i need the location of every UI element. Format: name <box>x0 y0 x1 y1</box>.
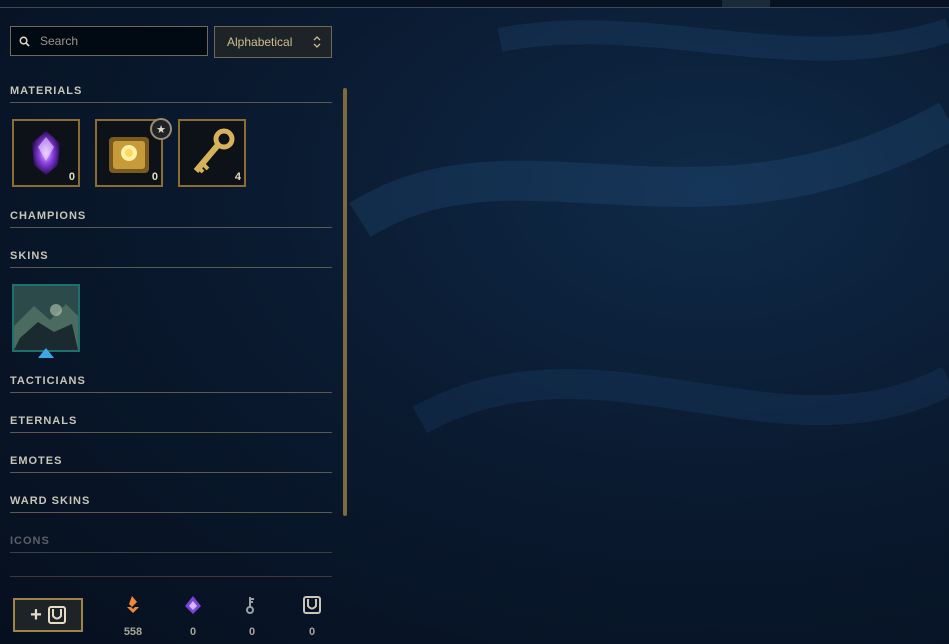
currency-orange-essence: 558 <box>113 595 153 638</box>
item-count: 0 <box>151 171 158 183</box>
search-box[interactable] <box>10 26 208 56</box>
currency-mythic-essence: 0 <box>173 595 213 638</box>
section-tacticians[interactable]: TACTICIANS <box>10 375 332 393</box>
currency-key-fragment: 0 <box>232 595 272 638</box>
section-icons[interactable]: ICONS <box>10 535 332 553</box>
skin-shard-icon <box>14 286 78 350</box>
currency-count: 0 <box>189 626 197 638</box>
sort-dropdown[interactable]: Alphabetical <box>214 26 332 58</box>
item-count: 0 <box>68 171 75 183</box>
loot-tile-skin-shard[interactable] <box>12 284 80 352</box>
section-ward-skins[interactable]: WARD SKINS <box>10 495 332 513</box>
loot-tile-key[interactable]: 4 <box>178 119 246 187</box>
star-icon: ★ <box>150 118 172 140</box>
chest-icon <box>47 606 66 624</box>
scrollbar-thumb[interactable] <box>343 88 347 516</box>
search-input[interactable] <box>38 33 202 49</box>
key-fragment-icon <box>246 597 254 614</box>
top-tab-indicator <box>722 0 770 7</box>
section-champions[interactable]: CHAMPIONS <box>10 210 332 228</box>
top-bar <box>0 0 949 8</box>
item-count: 4 <box>234 171 241 183</box>
footer-divider <box>10 576 332 577</box>
chest-icon <box>303 596 321 614</box>
orange-essence-icon <box>127 596 139 613</box>
currency-count: 0 <box>308 626 316 638</box>
currency-count: 0 <box>248 626 256 638</box>
search-icon <box>19 36 30 47</box>
chevron-updown-icon <box>313 36 321 48</box>
rarity-triangle-icon <box>38 348 54 358</box>
mythic-essence-icon <box>185 596 201 614</box>
section-emotes[interactable]: EMOTES <box>10 455 332 473</box>
section-eternals[interactable]: ETERNALS <box>10 415 332 433</box>
loot-panel: Alphabetical MATERIALS 0 0 ★ 4 <box>0 8 350 644</box>
section-skins[interactable]: SKINS <box>10 250 332 268</box>
currency-chest: 0 <box>292 595 332 638</box>
plus-icon: + <box>30 603 42 626</box>
craft-key-button[interactable]: + <box>13 598 83 632</box>
loot-tile-purple-gem[interactable]: 0 <box>12 119 80 187</box>
section-materials[interactable]: MATERIALS <box>10 85 332 103</box>
currency-count: 558 <box>123 626 143 638</box>
sort-dropdown-value: Alphabetical <box>227 35 293 49</box>
